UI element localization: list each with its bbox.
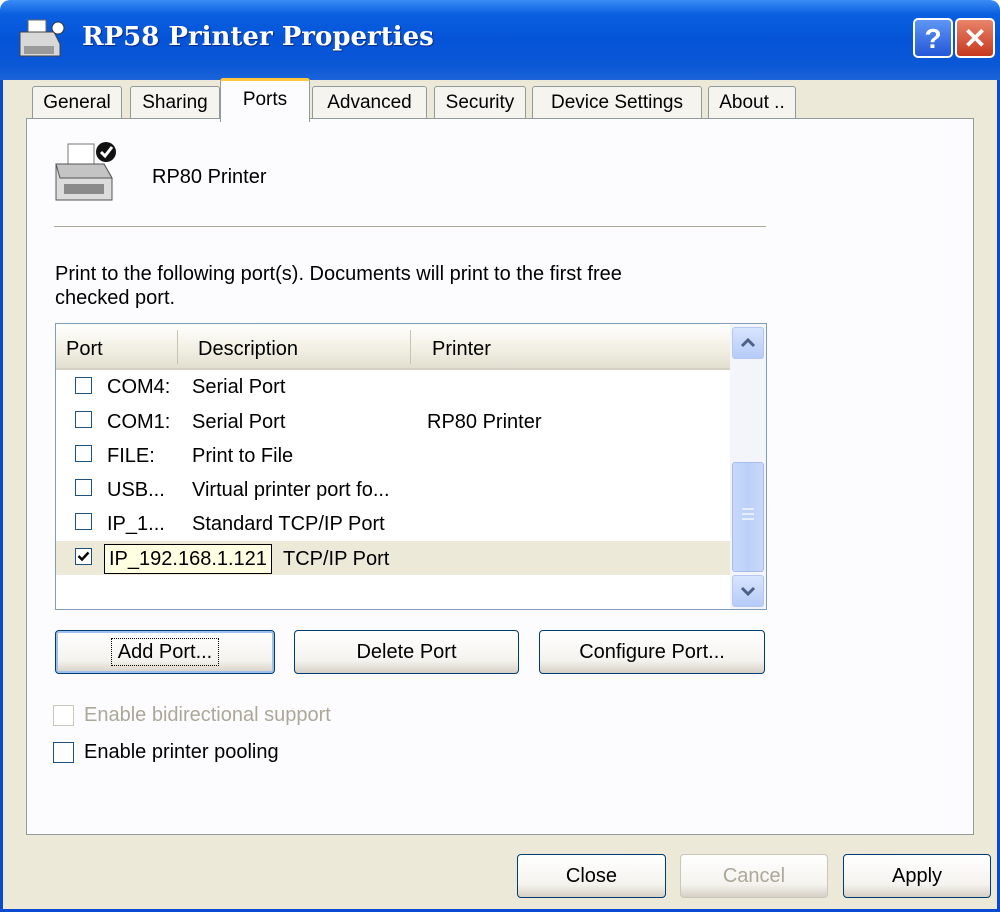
port-description: Standard TCP/IP Port: [192, 513, 385, 535]
delete-port-button[interactable]: Delete Port: [294, 630, 519, 674]
port-name: IP_1...: [107, 513, 165, 535]
port-description: Virtual printer port fo...: [192, 479, 390, 501]
port-checkbox[interactable]: [75, 445, 92, 462]
column-header-port[interactable]: Port: [66, 338, 103, 361]
instructions-line-1: Print to the following port(s). Document…: [55, 263, 622, 285]
tab-general[interactable]: General: [32, 86, 122, 120]
window-title: RP58 Printer Properties: [82, 22, 434, 52]
port-tooltip: IP_192.168.1.121: [104, 544, 272, 574]
tab-about[interactable]: About ..: [708, 86, 796, 120]
tab-sharing[interactable]: Sharing: [130, 86, 220, 120]
thumb-grip: [742, 508, 754, 510]
configure-port-label: Configure Port...: [579, 641, 725, 663]
port-name: FILE:: [107, 445, 155, 467]
column-divider[interactable]: [177, 330, 178, 364]
port-checkbox[interactable]: [75, 513, 92, 530]
port-name: COM1:: [107, 411, 171, 433]
chevron-down-icon: [740, 586, 756, 597]
port-description: Serial Port: [192, 411, 286, 433]
thumb-grip: [742, 513, 754, 515]
port-description: TCP/IP Port: [283, 548, 390, 570]
port-checkbox[interactable]: [75, 479, 92, 496]
apply-button[interactable]: Apply: [843, 854, 991, 898]
apply-button-label: Apply: [891, 865, 943, 887]
separator: [54, 226, 766, 227]
chevron-up-icon: [740, 337, 756, 348]
configure-port-button[interactable]: Configure Port...: [539, 630, 765, 674]
scroll-thumb[interactable]: [732, 462, 764, 572]
port-description: Print to File: [192, 445, 294, 467]
add-port-button[interactable]: Add Port...: [55, 630, 275, 674]
port-checkbox-checked[interactable]: [75, 548, 92, 565]
port-name: COM4:: [107, 376, 171, 398]
tab-security[interactable]: Security: [434, 86, 526, 120]
port-checkbox[interactable]: [75, 411, 92, 428]
tab-advanced[interactable]: Advanced: [312, 86, 427, 120]
printer-properties-icon: [14, 16, 70, 62]
column-header-printer[interactable]: Printer: [432, 338, 491, 361]
cancel-button-label: Cancel: [722, 865, 786, 887]
thumb-grip: [742, 518, 754, 520]
port-checkbox[interactable]: [75, 377, 92, 394]
printer-pooling-checkbox[interactable]: [53, 742, 74, 763]
printer-pooling-label: Enable printer pooling: [84, 741, 279, 763]
column-divider[interactable]: [410, 330, 411, 364]
port-list-header: [56, 324, 730, 370]
port-name: USB...: [107, 479, 165, 501]
printer-name: RP80 Printer: [152, 166, 267, 188]
delete-port-label: Delete Port: [356, 641, 457, 663]
bidirectional-checkbox[interactable]: [53, 705, 74, 726]
instructions-line-2: checked port.: [55, 287, 176, 309]
table-row[interactable]: [56, 438, 730, 472]
close-button[interactable]: Close: [517, 854, 666, 898]
tab-ports[interactable]: Ports: [220, 78, 310, 122]
scroll-down-button[interactable]: [732, 575, 764, 607]
close-button-label: Close: [565, 865, 618, 887]
instructions-text: Print to the following port(s). Document…: [55, 262, 695, 310]
close-window-button[interactable]: ✕: [955, 18, 995, 58]
help-button[interactable]: ?: [913, 18, 953, 58]
printer-icon: [50, 138, 122, 210]
column-header-description[interactable]: Description: [198, 338, 298, 361]
port-description: Serial Port: [192, 376, 286, 398]
checkmark-icon: [77, 551, 90, 562]
port-printer: RP80 Printer: [427, 411, 542, 433]
scroll-up-button[interactable]: [732, 327, 764, 359]
add-port-label: Add Port...: [110, 638, 220, 666]
cancel-button[interactable]: Cancel: [680, 854, 828, 898]
tab-device-settings[interactable]: Device Settings: [532, 86, 702, 120]
bidirectional-label: Enable bidirectional support: [84, 704, 331, 726]
